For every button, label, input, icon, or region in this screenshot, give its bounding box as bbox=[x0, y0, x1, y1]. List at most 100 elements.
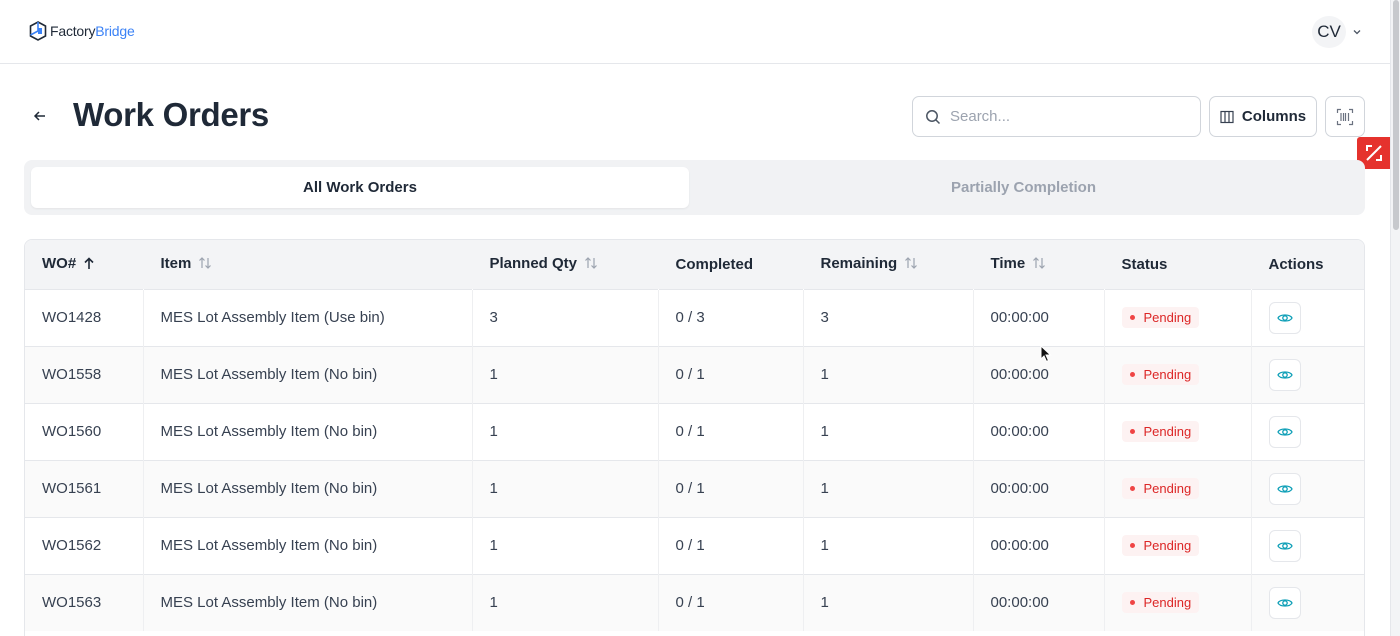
cell-remaining: 3 bbox=[803, 289, 974, 346]
cell-time: 00:00:00 bbox=[973, 346, 1105, 403]
eye-icon bbox=[1276, 424, 1293, 440]
cell-status: Pending bbox=[1104, 517, 1252, 574]
cell-item: MES Lot Assembly Item (No bin) bbox=[143, 574, 473, 631]
cell-completed: 0 / 3 bbox=[658, 289, 804, 346]
search-box[interactable] bbox=[912, 96, 1201, 137]
sort-icon[interactable] bbox=[1032, 256, 1046, 274]
sort-icon[interactable] bbox=[584, 256, 598, 274]
eye-icon bbox=[1276, 310, 1293, 326]
top-bar: FactoryBridge CV bbox=[0, 0, 1390, 64]
back-arrow-icon bbox=[33, 111, 45, 121]
cell-item: MES Lot Assembly Item (No bin) bbox=[143, 517, 473, 574]
cell-planned-qty: 1 bbox=[472, 517, 659, 574]
status-badge: Pending bbox=[1121, 592, 1200, 614]
cell-wo: WO1562 bbox=[25, 517, 144, 574]
avatar[interactable]: CV bbox=[1312, 16, 1346, 48]
cell-status: Pending bbox=[1104, 460, 1252, 517]
scrollbar-thumb[interactable] bbox=[1393, 0, 1399, 230]
header-item[interactable]: Item bbox=[143, 240, 472, 289]
cell-item: MES Lot Assembly Item (No bin) bbox=[143, 460, 473, 517]
header-planned-qty[interactable]: Planned Qty bbox=[472, 240, 658, 289]
cell-time: 00:00:00 bbox=[973, 289, 1105, 346]
tab-partially-completion[interactable]: Partially Completion bbox=[689, 167, 1358, 208]
table-row[interactable]: WO1562 MES Lot Assembly Item (No bin) 1 0 /… bbox=[25, 517, 1364, 574]
status-dot bbox=[1129, 600, 1135, 606]
back-button[interactable] bbox=[30, 106, 50, 126]
eye-icon bbox=[1276, 481, 1293, 497]
cell-wo: WO1428 bbox=[25, 289, 144, 346]
page-title: Work Orders bbox=[73, 96, 269, 133]
user-menu[interactable]: CV bbox=[1312, 16, 1362, 48]
columns-button[interactable]: Columns bbox=[1209, 96, 1317, 137]
cell-item: MES Lot Assembly Item (No bin) bbox=[143, 403, 473, 460]
sort-asc-icon[interactable] bbox=[83, 257, 95, 274]
page-scrollbar[interactable] bbox=[1390, 0, 1400, 636]
columns-icon bbox=[1220, 110, 1234, 123]
header-completed: Completed bbox=[675, 255, 754, 273]
status-badge: Pending bbox=[1121, 364, 1200, 385]
tab-all-work-orders[interactable]: All Work Orders bbox=[31, 167, 689, 208]
cell-time: 00:00:00 bbox=[973, 403, 1105, 460]
chevron-down-icon[interactable] bbox=[1352, 27, 1362, 37]
table-row[interactable]: WO1428 MES Lot Assembly Item (Use bin) 3 0 … bbox=[25, 289, 1364, 346]
cell-time: 00:00:00 bbox=[973, 574, 1105, 631]
cell-planned-qty: 3 bbox=[472, 289, 659, 346]
view-button[interactable] bbox=[1268, 301, 1301, 334]
brand-logo[interactable]: FactoryBridge bbox=[29, 21, 135, 41]
sort-icon[interactable] bbox=[904, 256, 918, 274]
brand-name: FactoryBridge bbox=[50, 23, 135, 39]
header-wo[interactable]: WO# bbox=[25, 240, 143, 289]
header-status: Status bbox=[1121, 255, 1168, 273]
cell-actions bbox=[1251, 289, 1364, 346]
cell-status: Pending bbox=[1104, 403, 1252, 460]
cell-actions bbox=[1251, 460, 1364, 517]
table-row[interactable]: WO1558 MES Lot Assembly Item (No bin) 1 0 /… bbox=[25, 346, 1364, 403]
eye-icon bbox=[1276, 595, 1293, 611]
cell-completed: 0 / 1 bbox=[658, 403, 804, 460]
eye-icon bbox=[1276, 538, 1293, 554]
status-badge: Pending bbox=[1121, 421, 1200, 442]
cell-remaining: 1 bbox=[803, 403, 974, 460]
status-badge: Pending bbox=[1121, 478, 1200, 499]
view-button[interactable] bbox=[1268, 415, 1301, 448]
header-wo-label: WO# bbox=[42, 254, 77, 272]
columns-button-label: Columns bbox=[1241, 108, 1307, 125]
barcode-scan-icon bbox=[1336, 108, 1354, 125]
cell-item: MES Lot Assembly Item (No bin) bbox=[143, 346, 473, 403]
cell-wo: WO1560 bbox=[25, 403, 144, 460]
logo-icon bbox=[29, 21, 47, 41]
view-button[interactable] bbox=[1268, 529, 1301, 562]
cell-planned-qty: 1 bbox=[472, 346, 659, 403]
sort-icon[interactable] bbox=[198, 256, 212, 274]
header-actions: Actions bbox=[1268, 255, 1324, 273]
status-label: Pending bbox=[1143, 538, 1192, 553]
status-badge: Pending bbox=[1121, 307, 1200, 328]
search-input[interactable] bbox=[950, 108, 1180, 125]
cell-actions bbox=[1251, 574, 1364, 631]
cell-actions bbox=[1251, 403, 1364, 460]
cell-remaining: 1 bbox=[803, 574, 974, 631]
status-dot bbox=[1129, 315, 1135, 320]
scan-button[interactable] bbox=[1325, 96, 1365, 137]
status-label: Pending bbox=[1143, 595, 1192, 611]
status-label: Pending bbox=[1143, 424, 1192, 439]
cell-remaining: 1 bbox=[803, 517, 974, 574]
view-button[interactable] bbox=[1268, 586, 1301, 619]
cell-planned-qty: 1 bbox=[472, 460, 659, 517]
work-orders-table: WO# Item Planned Qty Completed Remaining… bbox=[24, 239, 1365, 636]
status-dot bbox=[1129, 372, 1135, 377]
cell-wo: WO1558 bbox=[25, 346, 144, 403]
header-time[interactable]: Time bbox=[973, 240, 1104, 289]
cell-planned-qty: 1 bbox=[472, 574, 659, 631]
table-row[interactable]: WO1561 MES Lot Assembly Item (No bin) 1 0 /… bbox=[25, 460, 1364, 517]
cell-completed: 0 / 1 bbox=[658, 346, 804, 403]
cell-remaining: 1 bbox=[803, 460, 974, 517]
view-button[interactable] bbox=[1268, 472, 1301, 505]
table-row[interactable]: WO1560 MES Lot Assembly Item (No bin) 1 0 /… bbox=[25, 403, 1364, 460]
resize-icon bbox=[1365, 145, 1382, 161]
table-header-row: WO# Item Planned Qty Completed Remaining… bbox=[25, 240, 1364, 289]
table-row[interactable]: WO1563 MES Lot Assembly Item (No bin) 1 0 /… bbox=[25, 574, 1364, 631]
header-remaining[interactable]: Remaining bbox=[803, 240, 973, 289]
cell-status: Pending bbox=[1104, 289, 1252, 346]
view-button[interactable] bbox=[1268, 358, 1301, 391]
